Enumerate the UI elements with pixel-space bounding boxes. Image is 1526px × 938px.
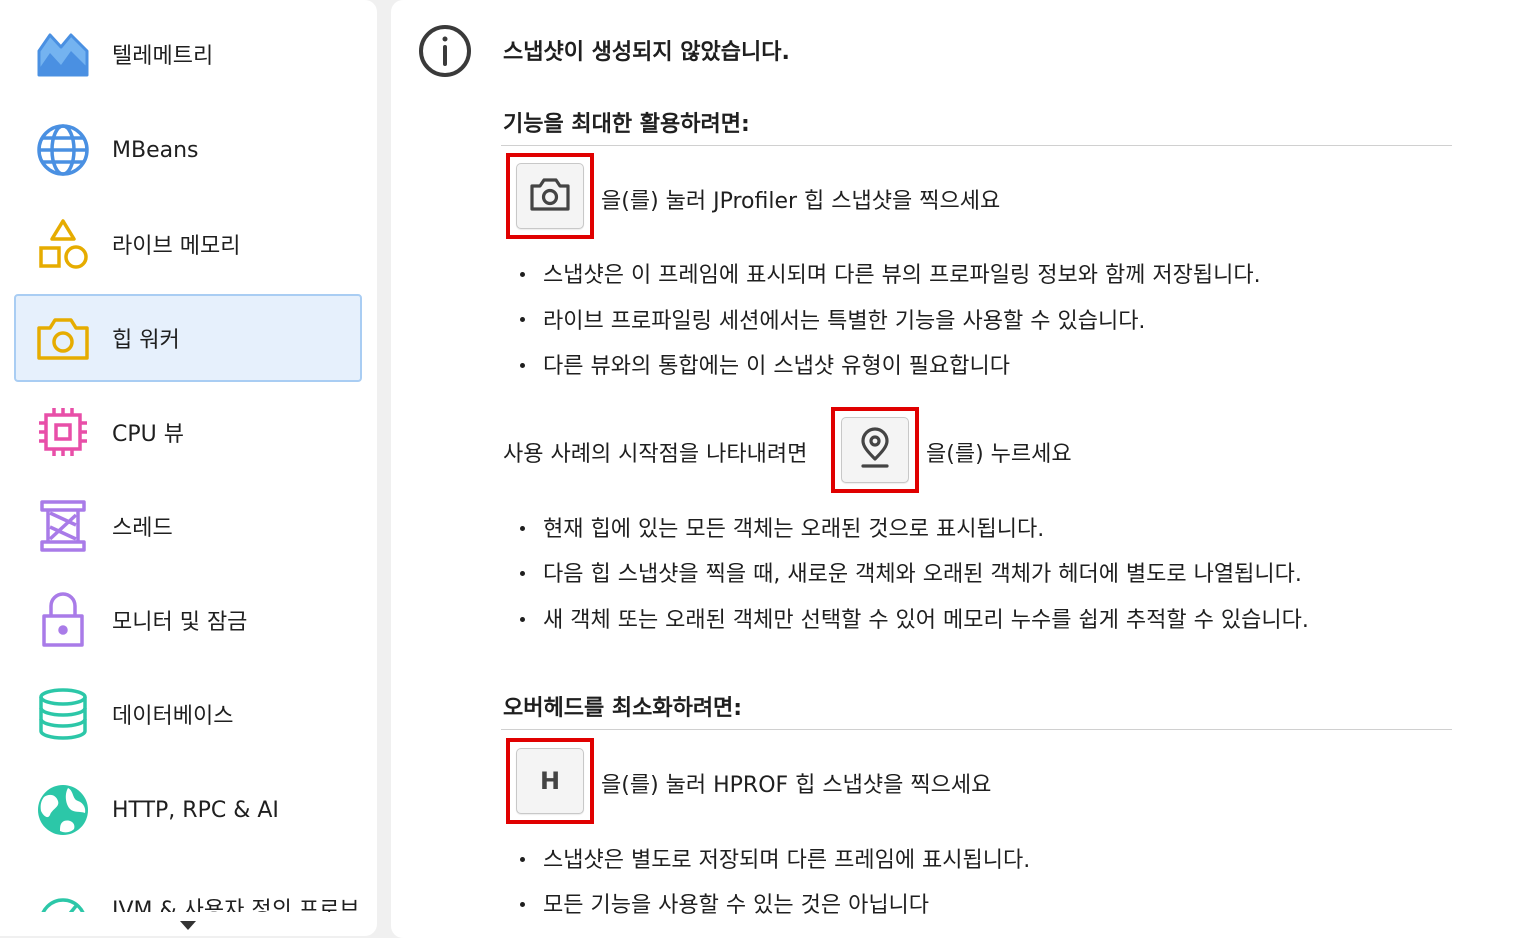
bullet-dot xyxy=(520,571,525,576)
sidebar-item-jvm-probes[interactable]: JVM & 사용자 정의 프로브 xyxy=(14,862,362,914)
take-hprof-snapshot-button[interactable]: H xyxy=(516,748,584,814)
camera-icon xyxy=(529,176,571,216)
highlight-frame xyxy=(506,153,594,239)
sidebar-item-telemetry[interactable]: 텔레메트리 xyxy=(14,10,362,98)
spool-icon xyxy=(36,499,90,553)
list-item: 라이브 프로파일링 세션에서는 특별한 기능을 사용할 수 있습니다. xyxy=(543,309,1146,334)
bullet-dot xyxy=(520,317,525,322)
highlight-frame xyxy=(831,407,919,493)
sidebar: 텔레메트리 MBeans 라이브 메모리 힙 워커 CPU 뷰 스레드 모니터 … xyxy=(0,0,377,936)
divider xyxy=(501,145,1452,146)
shapes-icon xyxy=(36,217,90,271)
list-item: 다음 힙 스냅샷을 찍을 때, 새로운 객체와 오래된 객체가 헤더에 별도로 … xyxy=(543,562,1302,587)
sidebar-item-monitors-locks[interactable]: 모니터 및 잠금 xyxy=(14,576,362,664)
take-hprof-instruction: 을(를) 눌러 HPROF 힙 스냅샷을 찍으세요 xyxy=(601,773,992,798)
location-pin-icon xyxy=(858,427,892,473)
take-snapshot-instruction: 을(를) 눌러 JProfiler 힙 스냅샷을 찍으세요 xyxy=(601,189,1001,214)
hprof-h-icon: H xyxy=(539,767,561,795)
sidebar-item-label: 스레드 xyxy=(112,516,173,541)
telemetry-icon xyxy=(36,27,90,81)
list-item: 현재 힙에 있는 모든 객체는 오래된 것으로 표시됩니다. xyxy=(543,517,1045,542)
globe-icon xyxy=(36,123,90,177)
sidebar-item-heap-walker[interactable]: 힙 워커 xyxy=(14,294,362,382)
bullet-dot xyxy=(520,617,525,622)
gauge-icon xyxy=(36,882,90,912)
divider xyxy=(501,729,1452,730)
mark-heap-instruction-suffix: 을(를) 누르세요 xyxy=(926,442,1072,467)
sidebar-item-label: 텔레메트리 xyxy=(112,44,214,69)
sidebar-item-databases[interactable]: 데이터베이스 xyxy=(14,670,362,758)
sidebar-item-label: 힙 워커 xyxy=(112,328,180,353)
sidebar-item-threads[interactable]: 스레드 xyxy=(14,482,362,570)
sidebar-item-http-rpc-ai[interactable]: HTTP, RPC & AI xyxy=(14,766,362,854)
page-title: 스냅샷이 생성되지 않았습니다. xyxy=(503,40,790,65)
bullet-dot xyxy=(520,902,525,907)
mark-heap-button[interactable] xyxy=(841,417,909,483)
database-icon xyxy=(36,687,90,741)
lock-icon xyxy=(36,592,90,647)
sidebar-item-label: MBeans xyxy=(112,137,199,163)
sidebar-item-live-memory[interactable]: 라이브 메모리 xyxy=(14,200,362,288)
section-heading-full-features: 기능을 최대한 활용하려면: xyxy=(503,112,750,137)
bullet-dot xyxy=(520,363,525,368)
list-item: 모든 기능을 사용할 수 있는 것은 아닙니다 xyxy=(543,893,930,918)
cpu-icon xyxy=(36,405,90,459)
bullet-dot xyxy=(520,272,525,277)
sidebar-item-label: JVM & 사용자 정의 프로브 xyxy=(112,898,360,914)
take-heap-snapshot-button[interactable] xyxy=(516,163,584,229)
section-heading-minimal-overhead: 오버헤드를 최소화하려면: xyxy=(503,696,743,721)
sidebar-item-label: 라이브 메모리 xyxy=(112,234,241,259)
sidebar-item-mbeans[interactable]: MBeans xyxy=(14,106,362,194)
highlight-frame: H xyxy=(506,738,594,824)
list-item: 스냅샷은 이 프레임에 표시되며 다른 뷰의 프로파일링 정보와 함께 저장됩니… xyxy=(543,263,1261,288)
list-item: 스냅샷은 별도로 저장되며 다른 프레임에 표시됩니다. xyxy=(543,848,1031,873)
bullet-dot xyxy=(520,857,525,862)
camera-icon xyxy=(36,311,90,365)
sidebar-item-label: CPU 뷰 xyxy=(112,422,184,447)
list-item: 새 객체 또는 오래된 객체만 선택할 수 있어 메모리 누수를 쉽게 추적할 … xyxy=(543,608,1309,633)
main-content: 스냅샷이 생성되지 않았습니다. 기능을 최대한 활용하려면: 을(를) 눌러 … xyxy=(391,0,1526,938)
sidebar-item-label: 데이터베이스 xyxy=(112,704,234,729)
bullet-dot xyxy=(520,526,525,531)
list-item: 다른 뷰와의 통합에는 이 스냅샷 유형이 필요합니다 xyxy=(543,354,1011,379)
sidebar-item-label: HTTP, RPC & AI xyxy=(112,797,279,823)
sidebar-item-label: 모니터 및 잠금 xyxy=(112,610,248,635)
sidebar-item-cpu-views[interactable]: CPU 뷰 xyxy=(14,388,362,476)
mark-heap-instruction-prefix: 사용 사례의 시작점을 나타내려면 xyxy=(503,442,808,467)
info-icon xyxy=(418,24,472,78)
earth-icon xyxy=(36,783,90,837)
scroll-down-arrow-icon[interactable] xyxy=(180,921,196,930)
